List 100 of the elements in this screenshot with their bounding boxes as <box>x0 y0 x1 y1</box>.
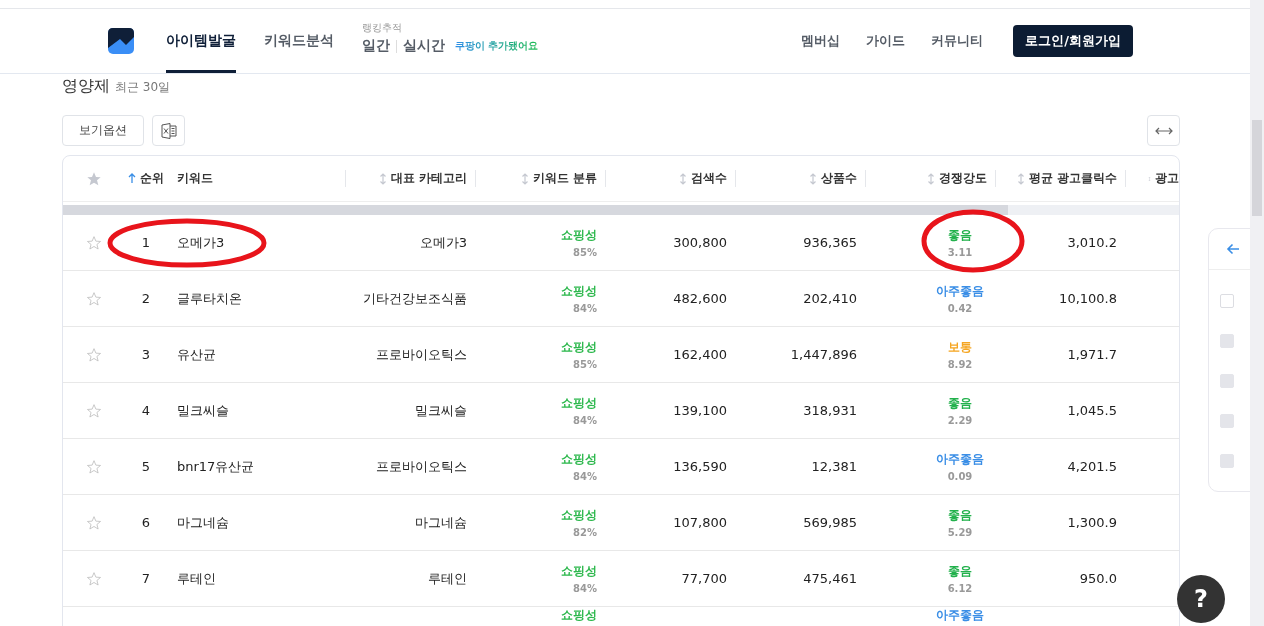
view-options-button[interactable]: 보기옵션 <box>62 115 144 146</box>
keyword-link[interactable]: 오메가3 <box>177 233 225 252</box>
up-arrow-icon[interactable] <box>128 173 136 184</box>
search-count-cell: 300,800 <box>673 235 727 250</box>
keyword-link[interactable]: 유산균 <box>177 345 216 364</box>
column-header[interactable]: 순위 <box>140 170 164 187</box>
column-header[interactable]: 평균 광고클릭수 <box>1028 170 1117 187</box>
classification-percent: 85% <box>573 359 597 370</box>
help-button[interactable]: ? <box>1177 575 1225 623</box>
category-cell: 기타건강보조식품 <box>363 289 467 308</box>
classification-percent: 84% <box>573 471 597 482</box>
star-icon[interactable] <box>86 570 102 587</box>
competition-label: 아주좋음 <box>936 283 984 300</box>
login-button[interactable]: 로그인/회원가입 <box>1013 25 1133 57</box>
classification-label: 쇼핑성 <box>561 395 597 412</box>
column-header[interactable]: 대표 카테고리 <box>390 170 467 187</box>
sort-icon[interactable] <box>927 172 935 185</box>
competition-score: 0.42 <box>947 303 973 314</box>
column-header[interactable]: 키워드 <box>177 170 213 187</box>
ad-clicks-cell: 1,971.7 <box>1067 347 1117 362</box>
keyword-link[interactable]: 밀크씨슬 <box>177 401 229 420</box>
column-header[interactable]: 광고 <box>1155 170 1179 187</box>
classification-label: 쇼핑성 <box>561 563 597 580</box>
notice-text: 쿠팡이 추가됐어요 <box>455 39 539 53</box>
product-count-cell: 475,461 <box>803 571 857 586</box>
competition-label: 아주좋음 <box>936 608 984 623</box>
horizontal-scrollbar[interactable] <box>63 205 1179 215</box>
star-icon[interactable] <box>86 290 102 307</box>
nav-tab[interactable]: 아이템발굴 <box>166 9 236 73</box>
keyword-link[interactable]: 마그네슘 <box>177 513 229 532</box>
star-icon[interactable] <box>86 402 102 419</box>
vertical-scrollbar[interactable] <box>1250 0 1264 626</box>
rank-cell: 4 <box>141 403 151 418</box>
competition-score: 5.29 <box>947 527 973 538</box>
search-count-cell: 107,800 <box>673 515 727 530</box>
rank-cell: 1 <box>141 235 151 250</box>
classification-label: 쇼핑성 <box>561 451 597 468</box>
classification-percent: 82% <box>573 527 597 538</box>
rank-cell: 3 <box>141 347 151 362</box>
logo-icon[interactable] <box>108 28 134 54</box>
sort-icon[interactable] <box>378 172 387 185</box>
ad-clicks-cell: 10,100.8 <box>1059 291 1117 306</box>
column-header[interactable]: 키워드 분류 <box>532 170 597 187</box>
product-count-cell: 936,365 <box>803 235 857 250</box>
scrollbar-thumb[interactable] <box>1252 120 1262 216</box>
sort-icon[interactable] <box>679 172 687 185</box>
product-count-cell: 569,985 <box>803 515 857 530</box>
product-count-cell: 1,447,896 <box>790 347 857 362</box>
ranking-caption: 랭킹추적 <box>362 21 403 35</box>
keyword-link[interactable]: 루테인 <box>177 569 216 588</box>
competition-score: 6.12 <box>947 583 973 594</box>
classification-percent: 84% <box>573 415 597 426</box>
nav-link[interactable]: 커뮤니티 <box>931 32 984 50</box>
scrollbar-thumb[interactable] <box>63 205 1008 215</box>
keyword-link[interactable]: 글루타치온 <box>177 289 242 308</box>
sort-icon[interactable] <box>809 172 817 185</box>
nav-link[interactable]: 가이드 <box>866 32 906 50</box>
classification-percent: 84% <box>573 583 597 594</box>
keyword-link[interactable]: bnr17유산균 <box>177 457 255 476</box>
category-cell: 오메가3 <box>419 233 467 252</box>
competition-label: 좋음 <box>948 227 972 244</box>
competition-score: 2.29 <box>947 415 973 426</box>
search-count-cell: 139,100 <box>673 403 727 418</box>
star-icon[interactable] <box>86 346 102 363</box>
realtime-link[interactable]: 실시간 <box>403 37 445 55</box>
classification-percent: 84% <box>573 303 597 314</box>
nav-link[interactable]: 멤버십 <box>801 32 841 50</box>
classification-label: 쇼핑성 <box>561 339 597 356</box>
excel-button[interactable] <box>152 115 185 146</box>
daily-link[interactable]: 일간 <box>362 37 390 55</box>
search-count-cell: 136,590 <box>673 459 727 474</box>
page-title: 영양제 <box>62 76 110 97</box>
sort-icon[interactable] <box>1016 172 1025 185</box>
back-arrow-icon[interactable] <box>1226 242 1240 256</box>
expand-width-button[interactable] <box>1147 115 1180 146</box>
horizontal-arrows-icon <box>1154 125 1173 136</box>
classification-label: 쇼핑성 <box>561 283 597 300</box>
nav-tab[interactable]: 키워드분석 <box>264 9 334 73</box>
period-label: 최근 30일 <box>115 79 171 96</box>
competition-label: 좋음 <box>948 395 972 412</box>
rank-cell: 6 <box>141 515 151 530</box>
ad-clicks-cell: 1,300.9 <box>1067 515 1117 530</box>
classification-label: 쇼핑성 <box>561 608 597 623</box>
ad-clicks-cell: 1,045.5 <box>1067 403 1117 418</box>
star-icon[interactable] <box>86 170 102 187</box>
column-header[interactable]: 상품수 <box>821 170 857 187</box>
competition-label: 좋음 <box>948 507 972 524</box>
column-header[interactable]: 경쟁강도 <box>939 170 987 187</box>
sort-icon[interactable] <box>520 172 529 185</box>
column-header[interactable]: 검색수 <box>691 170 727 187</box>
product-count-cell: 202,410 <box>803 291 857 306</box>
search-count-cell: 482,600 <box>673 291 727 306</box>
star-icon[interactable] <box>86 234 102 251</box>
excel-icon <box>159 121 178 140</box>
category-cell: 프로바이오틱스 <box>376 457 467 476</box>
search-count-cell: 162,400 <box>673 347 727 362</box>
competition-label: 아주좋음 <box>936 451 984 468</box>
star-icon[interactable] <box>86 458 102 475</box>
checkbox[interactable] <box>1220 294 1234 308</box>
star-icon[interactable] <box>86 514 102 531</box>
